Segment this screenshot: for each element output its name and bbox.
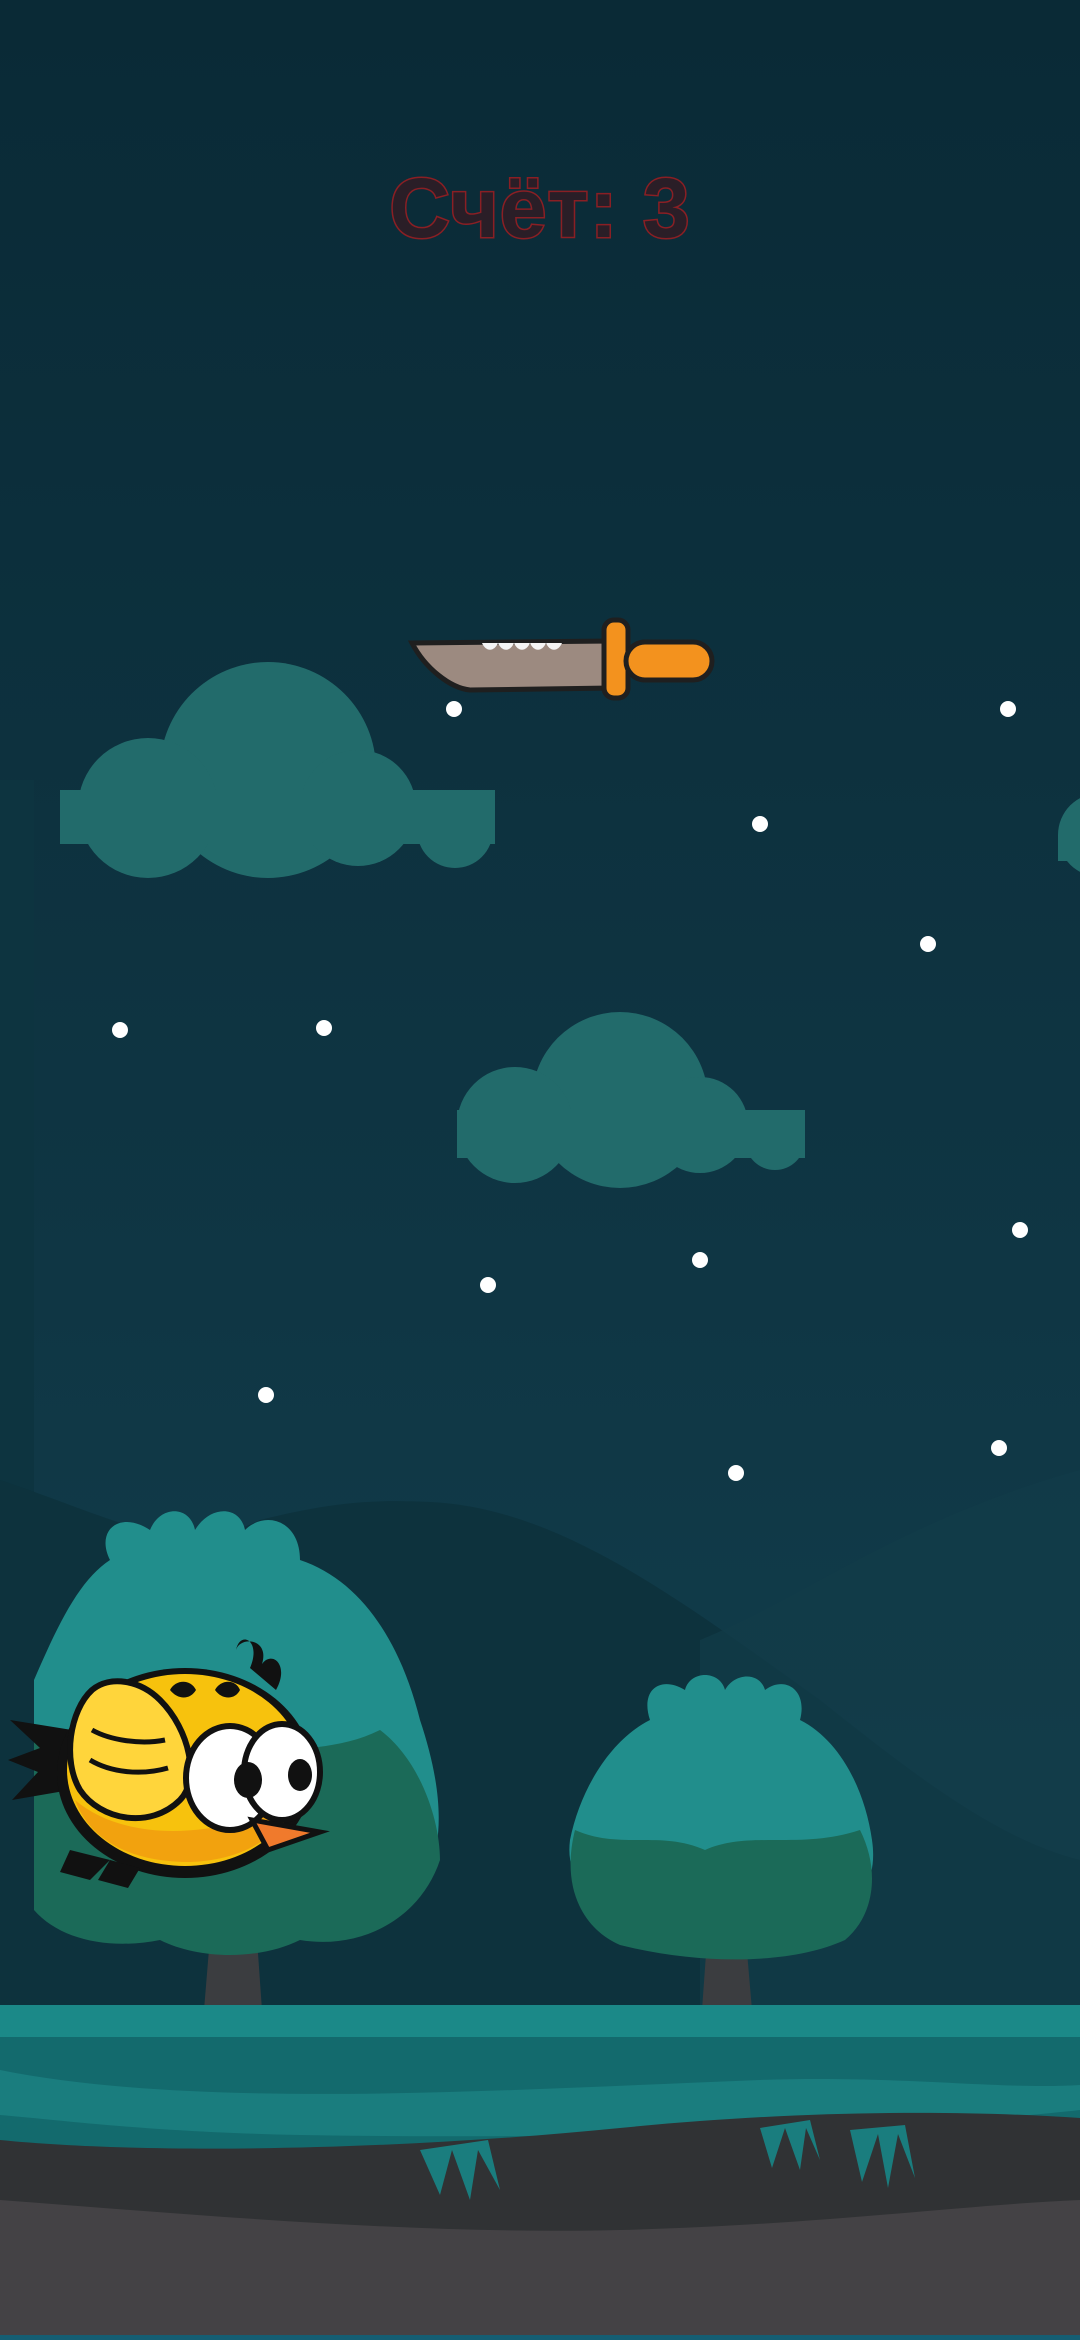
star-icon	[692, 1252, 708, 1268]
star-icon	[446, 701, 462, 717]
game-scene[interactable]	[0, 0, 1080, 2340]
star-icon	[258, 1387, 274, 1403]
star-icon	[1000, 701, 1016, 717]
star-icon	[1012, 1222, 1028, 1238]
star-icon	[752, 816, 768, 832]
score-label: Счёт: 3	[388, 160, 691, 257]
star-icon	[728, 1465, 744, 1481]
star-icon	[920, 936, 936, 952]
knife-handle	[623, 639, 715, 683]
star-icon	[112, 1022, 128, 1038]
star-icon	[480, 1277, 496, 1293]
game-canvas[interactable]: Счёт: 3	[0, 0, 1080, 2340]
star-icon	[991, 1440, 1007, 1456]
star-icon	[316, 1020, 332, 1036]
ground	[0, 2005, 1080, 2340]
